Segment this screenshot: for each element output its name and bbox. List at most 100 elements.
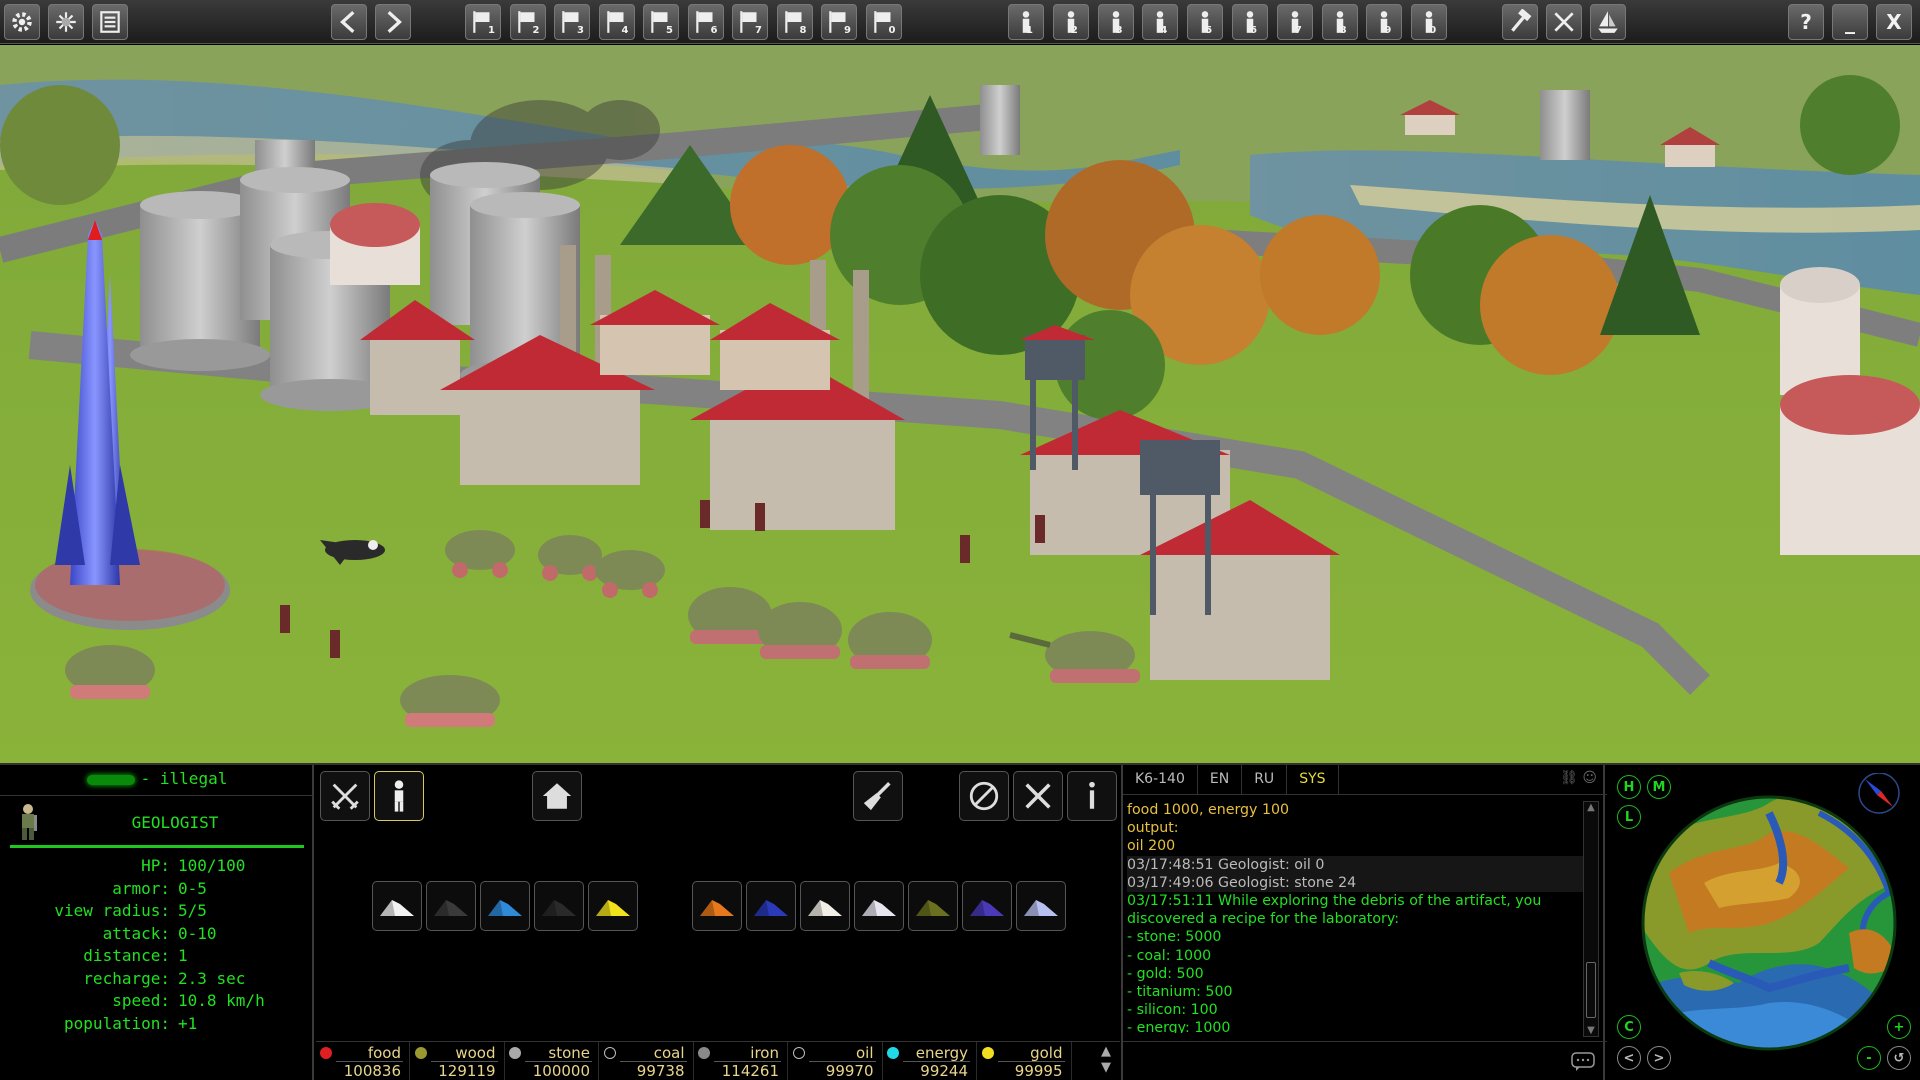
group-button-3[interactable]: 3 bbox=[554, 4, 590, 40]
stat-row: HP: 100/100 bbox=[0, 855, 314, 878]
material-button-left-4[interactable] bbox=[588, 881, 638, 931]
next-button[interactable] bbox=[375, 4, 411, 40]
log-line: - coal: 1000 bbox=[1127, 947, 1212, 964]
close-button[interactable]: X bbox=[1876, 4, 1912, 40]
speech-bubble-icon[interactable] bbox=[1571, 1052, 1595, 1072]
material-button-right-5[interactable] bbox=[962, 881, 1012, 931]
chat-scrollbar[interactable]: ▲ ▼ bbox=[1583, 801, 1599, 1037]
squad-button-5[interactable]: 5 bbox=[1187, 4, 1224, 40]
info-button[interactable] bbox=[1067, 771, 1117, 821]
resource-dot-icon bbox=[320, 1047, 332, 1059]
clean-button[interactable] bbox=[853, 771, 903, 821]
group-button-5[interactable]: 5 bbox=[643, 4, 679, 40]
resource-dot-icon bbox=[981, 1047, 994, 1059]
stat-value: 10.8 km/h bbox=[178, 991, 265, 1010]
home-button[interactable] bbox=[532, 771, 582, 821]
chat-tab-k6-140[interactable]: K6-140 bbox=[1123, 765, 1198, 795]
group-button-0[interactable]: 0 bbox=[865, 4, 902, 40]
log-line: food 1000, energy 100 bbox=[1127, 802, 1290, 818]
minimap[interactable] bbox=[1619, 773, 1909, 1073]
group-number: 4 bbox=[621, 25, 629, 36]
group-button-7[interactable]: 7 bbox=[732, 4, 768, 40]
squad-number: 6 bbox=[1250, 25, 1257, 36]
material-button-left-2[interactable] bbox=[480, 881, 530, 931]
game-scene[interactable] bbox=[0, 45, 1920, 763]
group-button-8[interactable]: 8 bbox=[776, 4, 813, 40]
material-button-right-3[interactable] bbox=[854, 881, 904, 931]
group-number: 9 bbox=[844, 25, 851, 36]
squad-number: 9 bbox=[1384, 25, 1392, 36]
squad-button-0[interactable]: 0 bbox=[1411, 4, 1448, 40]
material-button-right-0[interactable] bbox=[692, 881, 742, 931]
combat-button[interactable] bbox=[1546, 4, 1582, 40]
broom-icon bbox=[863, 781, 891, 811]
cancel-button[interactable] bbox=[1013, 771, 1063, 821]
scroll-thumb[interactable] bbox=[1586, 962, 1596, 1018]
squad-button-8[interactable]: 8 bbox=[1321, 4, 1358, 40]
build-button[interactable] bbox=[1502, 4, 1538, 40]
group-button-4[interactable]: 4 bbox=[598, 4, 635, 40]
scroll-down-icon[interactable]: ▼ bbox=[1584, 1025, 1598, 1036]
log-line: - energy: 1000 bbox=[1127, 1020, 1231, 1033]
ore-pile-icon bbox=[380, 900, 414, 916]
chat-tab-ru[interactable]: RU bbox=[1242, 765, 1288, 795]
hammer-icon bbox=[1511, 9, 1532, 32]
chat-tab-en[interactable]: EN bbox=[1198, 765, 1243, 795]
prev-button[interactable] bbox=[331, 4, 367, 40]
minimap-l-button[interactable]: L bbox=[1617, 805, 1641, 829]
menu-button[interactable] bbox=[92, 4, 128, 40]
minimap-m-button[interactable]: M bbox=[1647, 775, 1671, 799]
minimap-h-button[interactable]: H bbox=[1617, 775, 1641, 799]
resource-gold: gold 99995 bbox=[978, 1042, 1072, 1080]
effects-button[interactable] bbox=[48, 4, 84, 40]
prohibit-button[interactable] bbox=[959, 771, 1009, 821]
log-line: 03/17:51:11 While exploring the debris o… bbox=[1127, 893, 1542, 910]
unit-portrait bbox=[22, 804, 37, 840]
unit-mode-button[interactable] bbox=[374, 771, 424, 821]
squad-button-1[interactable]: 1 bbox=[1008, 4, 1044, 40]
resource-scroll[interactable]: ▲ ▼ bbox=[1096, 1044, 1116, 1080]
attack-mode-button[interactable] bbox=[320, 771, 370, 821]
list-icon bbox=[100, 11, 120, 33]
zoom-in-button[interactable]: + bbox=[1887, 1015, 1911, 1039]
stat-label: HP: bbox=[141, 856, 170, 875]
zoom-out-button[interactable]: - bbox=[1857, 1046, 1881, 1070]
squad-button-9[interactable]: 9 bbox=[1366, 4, 1403, 40]
minimap-c-button[interactable]: C bbox=[1617, 1015, 1641, 1039]
material-button-right-6[interactable] bbox=[1016, 881, 1066, 931]
chat-tab-sys[interactable]: SYS bbox=[1287, 765, 1339, 795]
minimap-right-button[interactable]: > bbox=[1647, 1046, 1671, 1070]
fleet-button[interactable] bbox=[1590, 4, 1626, 40]
minimap-reset-button[interactable]: ↺ bbox=[1887, 1046, 1911, 1070]
stat-row: speed: 10.8 km/h bbox=[0, 990, 314, 1013]
material-button-right-2[interactable] bbox=[800, 881, 850, 931]
link-icon[interactable]: ⛓ bbox=[1560, 770, 1578, 786]
top-toolbar: 1 2 3 4 5 6 7 8 9 0 1 2 3 4 5 6 7 8 9 0 ? _ X bbox=[0, 0, 1920, 44]
resource-amount: 99738 bbox=[636, 1062, 685, 1080]
material-button-left-3[interactable] bbox=[534, 881, 584, 931]
group-button-2[interactable]: 2 bbox=[509, 4, 546, 40]
log-line: output: bbox=[1127, 820, 1179, 837]
group-button-1[interactable]: 1 bbox=[465, 4, 501, 40]
ore-pile-icon bbox=[754, 900, 788, 916]
scroll-up-icon[interactable]: ▲ bbox=[1584, 802, 1598, 813]
squad-button-7[interactable]: 7 bbox=[1276, 4, 1313, 40]
squad-button-4[interactable]: 4 bbox=[1142, 4, 1179, 40]
smiley-icon[interactable]: ☺ bbox=[1582, 770, 1597, 786]
material-button-right-1[interactable] bbox=[746, 881, 796, 931]
minimize-button[interactable]: _ bbox=[1832, 4, 1868, 40]
group-button-6[interactable]: 6 bbox=[687, 4, 724, 40]
material-button-right-4[interactable] bbox=[908, 881, 958, 931]
chat-input[interactable] bbox=[1123, 1041, 1607, 1080]
squad-button-3[interactable]: 3 bbox=[1097, 4, 1134, 40]
minimap-left-button[interactable]: < bbox=[1617, 1046, 1641, 1070]
settings-button[interactable] bbox=[4, 4, 40, 40]
material-button-left-0[interactable] bbox=[372, 881, 422, 931]
stat-row: armor: 0-5 bbox=[0, 878, 314, 901]
group-button-9[interactable]: 9 bbox=[821, 4, 857, 40]
help-button[interactable]: ? bbox=[1788, 4, 1824, 40]
squad-button-6[interactable]: 6 bbox=[1232, 4, 1268, 40]
game-viewport[interactable] bbox=[0, 45, 1920, 763]
material-button-left-1[interactable] bbox=[426, 881, 476, 931]
squad-button-2[interactable]: 2 bbox=[1052, 4, 1089, 40]
